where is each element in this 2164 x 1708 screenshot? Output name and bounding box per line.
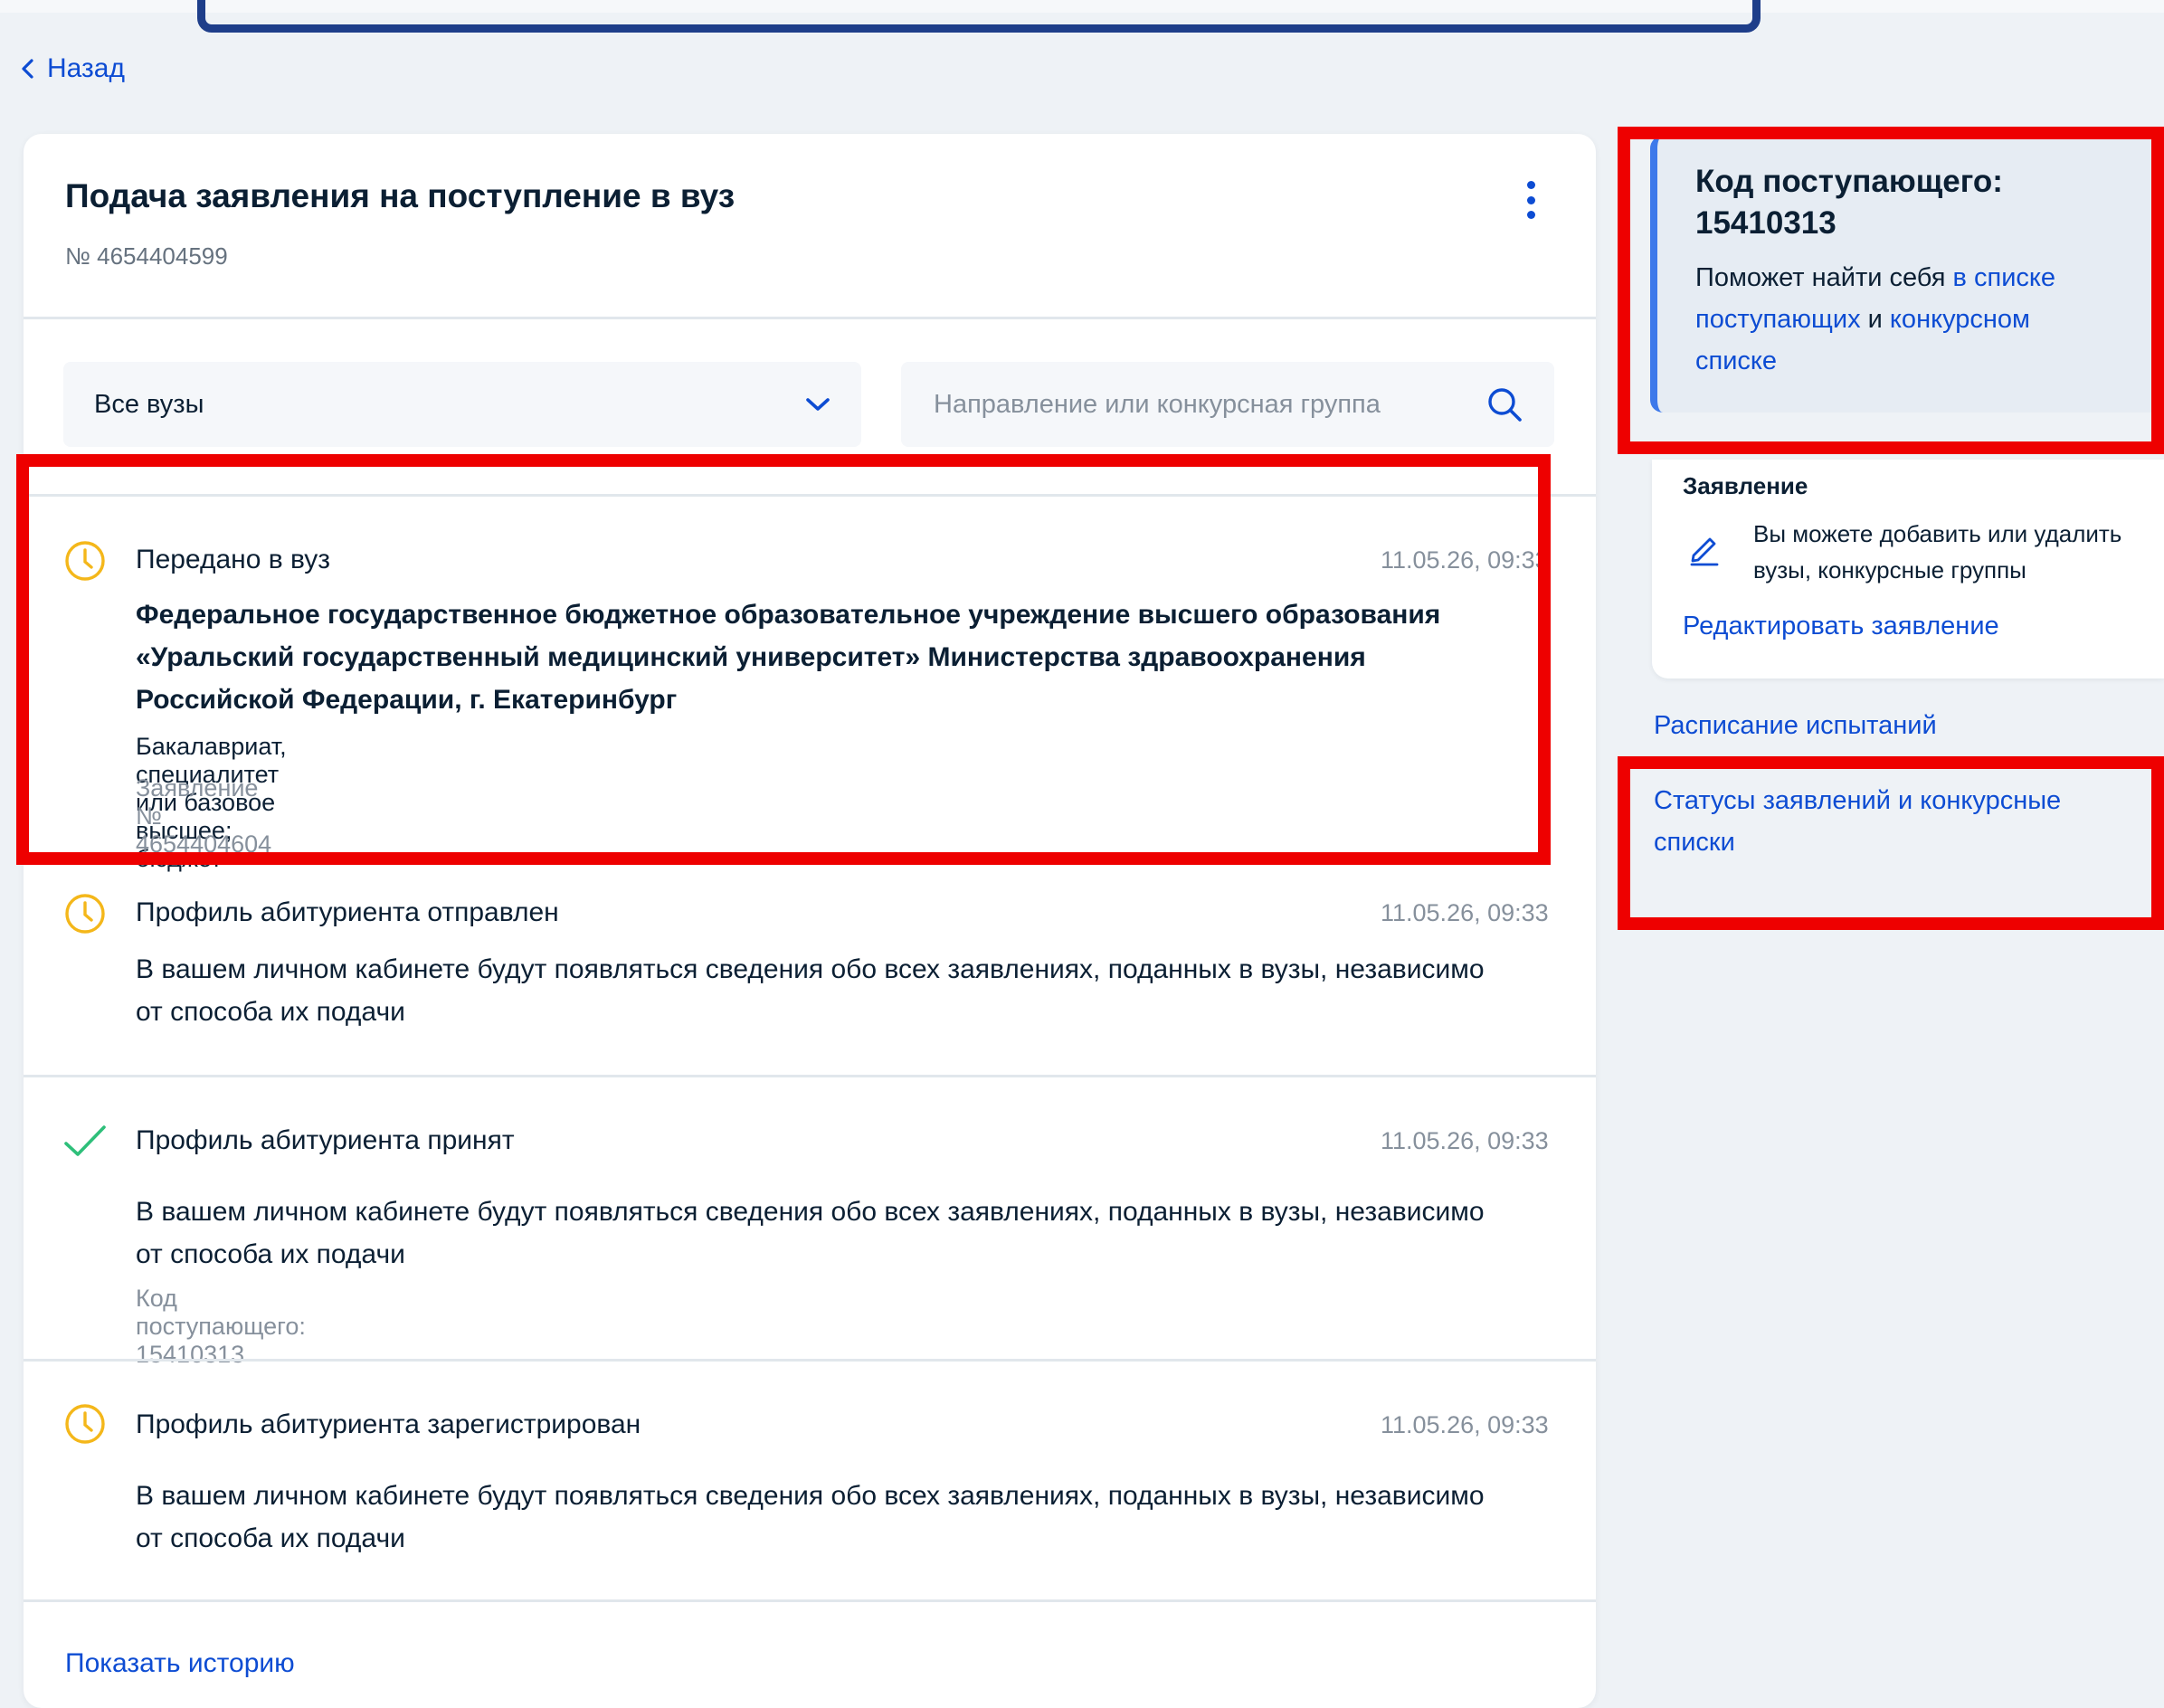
application-edit-text-line: вузы, конкурсные группы — [1753, 556, 2026, 584]
annotation-box-red — [16, 454, 1551, 865]
checkmark-icon — [64, 1125, 106, 1156]
header-divider — [24, 317, 1596, 319]
body-line: В вашем личном кабинете будут появляться… — [136, 1481, 1485, 1511]
edit-application-link[interactable]: Редактировать заявление — [1683, 612, 1999, 641]
timeline-item-body: В вашем личном кабинете будут появляться… — [136, 1191, 1583, 1276]
kebab-dot — [1526, 181, 1535, 189]
annotation-box-red — [1618, 127, 2164, 454]
annotation-frame-blue — [197, 0, 1761, 33]
kebab-dot — [1526, 211, 1535, 219]
timeline-divider — [24, 1359, 1596, 1362]
page-title: Подача заявления на поступление в вуз — [65, 177, 736, 214]
show-history-link[interactable]: Показать историю — [65, 1648, 295, 1679]
application-edit-text-line: Вы можете добавить или удалить — [1753, 520, 2122, 547]
body-line: от способа их подачи — [136, 1523, 405, 1553]
timeline-item-time: 11.05.26, 09:33 — [1381, 1411, 1549, 1438]
university-select[interactable]: Все вузы — [63, 362, 861, 447]
kebab-dot — [1526, 195, 1535, 204]
timeline-item-title: Профиль абитуриента зарегистрирован — [136, 1409, 641, 1439]
body-line: В вашем личном кабинете будут появляться… — [136, 1197, 1485, 1227]
clock-icon — [65, 894, 105, 934]
body-line: В вашем личном кабинете будут появляться… — [136, 954, 1485, 984]
timeline-divider — [24, 1599, 1596, 1602]
timeline-item-title: Профиль абитуриента отправлен — [136, 897, 559, 927]
pencil-icon — [1690, 537, 1719, 566]
timeline-item-title: Профиль абитуриента принят — [136, 1125, 515, 1155]
body-line: от способа их подачи — [136, 997, 405, 1027]
applicant-code-note: Код поступающего: 15410313 — [136, 1285, 306, 1368]
timeline-divider — [24, 1075, 1596, 1077]
timeline-item-time: 11.05.26, 09:33 — [1381, 1127, 1549, 1154]
timeline-item-body: В вашем личном кабинете будут появляться… — [136, 948, 1583, 1033]
annotation-box-red — [1618, 756, 2164, 930]
chevron-down-icon — [806, 398, 830, 411]
exam-schedule-link[interactable]: Расписание испытаний — [1654, 711, 1937, 741]
timeline-item-time: 11.05.26, 09:33 — [1381, 899, 1549, 926]
back-link[interactable]: Назад — [20, 51, 125, 87]
search-input[interactable] — [932, 388, 1485, 421]
chevron-left-icon — [22, 59, 33, 79]
application-number: № 4654404599 — [65, 242, 228, 270]
application-edit-heading: Заявление — [1683, 472, 1808, 499]
clock-icon — [65, 1404, 105, 1444]
application-edit-text: Вы можете добавить или удалить вузы, кон… — [1753, 516, 2160, 588]
search-field — [901, 362, 1554, 447]
body-line: от способа их подачи — [136, 1239, 405, 1269]
university-select-value: Все вузы — [94, 389, 204, 419]
search-icon[interactable] — [1485, 385, 1523, 423]
timeline-item-body: В вашем личном кабинете будут появляться… — [136, 1475, 1583, 1560]
back-link-label: Назад — [47, 53, 125, 83]
more-menu-button[interactable] — [1518, 179, 1543, 221]
